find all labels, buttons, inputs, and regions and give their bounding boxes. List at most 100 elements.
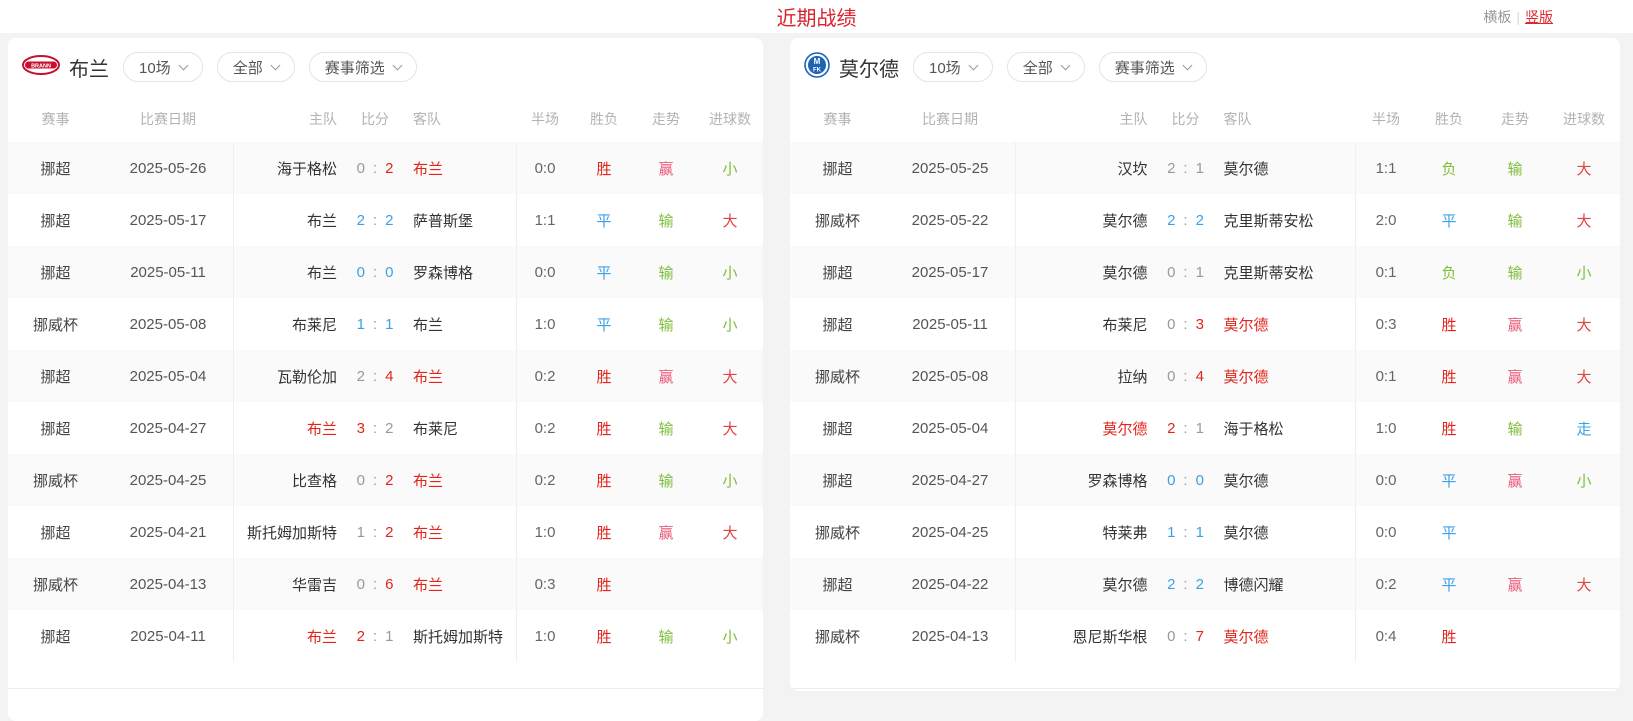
table-row: 挪超 2025-04-27 布兰 3 : 2 布莱尼 0:2 胜 输 大 xyxy=(8,402,763,454)
goals-cell: 大 xyxy=(1548,210,1620,231)
league-cell: 挪超 xyxy=(8,418,103,439)
table-header: 赛事 比赛日期 主队 比分 客队 半场 胜负 走势 进球数 xyxy=(8,96,763,142)
team-name: 莫尔德 xyxy=(839,53,899,82)
halftime-cell: 1:0 xyxy=(517,524,573,541)
halftime-cell: 0:0 xyxy=(517,160,573,177)
svg-text:M: M xyxy=(814,57,821,66)
halftime-cell: 0:1 xyxy=(1356,264,1416,281)
home-team: 特莱弗 xyxy=(1016,522,1148,543)
halftime-cell: 0:0 xyxy=(1356,524,1416,541)
right-team-panel: M FK 莫尔德 10场 全部 赛事筛选 赛事 比赛日期 主队 xyxy=(790,38,1620,691)
table-row: 挪超 2025-05-17 莫尔德 0 : 1 克里斯蒂安松 0:1 负 输 小 xyxy=(790,246,1620,298)
away-team: 莫尔德 xyxy=(1224,522,1356,543)
goals-cell: 小 xyxy=(697,470,763,491)
away-team: 布莱尼 xyxy=(413,418,516,439)
trend-cell: 输 xyxy=(1482,262,1548,283)
score: 0 : 4 xyxy=(1148,368,1224,385)
teams-cell: 布兰 3 : 2 布莱尼 xyxy=(233,402,517,454)
away-team: 布兰 xyxy=(413,314,516,335)
score-colon: : xyxy=(1183,160,1187,177)
home-team: 布兰 xyxy=(234,262,337,283)
away-team: 博德闪耀 xyxy=(1224,574,1356,595)
score-colon: : xyxy=(373,472,377,489)
trend-cell: 赢 xyxy=(635,158,697,179)
teams-cell: 布莱尼 1 : 1 布兰 xyxy=(233,298,517,350)
score: 2 : 1 xyxy=(1148,420,1224,437)
svg-text:FK: FK xyxy=(813,67,822,73)
col-score: 比分 xyxy=(1148,109,1224,129)
goals-cell: 大 xyxy=(697,418,763,439)
halftime-cell: 0:2 xyxy=(517,472,573,489)
away-team: 布兰 xyxy=(413,470,516,491)
trend-cell: 赢 xyxy=(1482,314,1548,335)
score: 2 : 2 xyxy=(1148,212,1224,229)
league-cell: 挪超 xyxy=(8,366,103,387)
away-team: 斯托姆加斯特 xyxy=(413,626,516,647)
away-team: 莫尔德 xyxy=(1224,470,1356,491)
score-colon: : xyxy=(1183,316,1187,333)
teams-cell: 特莱弗 1 : 1 莫尔德 xyxy=(1015,506,1356,558)
scope-filter[interactable]: 全部 xyxy=(217,52,295,82)
score-colon: : xyxy=(1183,628,1187,645)
matches-count-filter[interactable]: 10场 xyxy=(913,52,993,82)
trend-cell: 赢 xyxy=(1482,470,1548,491)
score: 2 : 2 xyxy=(1148,576,1224,593)
league-cell: 挪威杯 xyxy=(8,470,103,491)
date-cell: 2025-05-04 xyxy=(885,420,1015,437)
score: 0 : 1 xyxy=(1148,264,1224,281)
left-panel-header: BRANN 布兰 10场 全部 赛事筛选 xyxy=(8,38,763,96)
score-colon: : xyxy=(373,368,377,385)
competition-filter[interactable]: 赛事筛选 xyxy=(1099,52,1207,82)
col-away: 客队 xyxy=(413,109,517,129)
col-goals: 进球数 xyxy=(1548,109,1620,129)
teams-cell: 罗森博格 0 : 0 莫尔德 xyxy=(1015,454,1356,506)
col-score: 比分 xyxy=(337,109,413,129)
filter-label: 全部 xyxy=(233,57,263,78)
league-cell: 挪超 xyxy=(790,314,885,335)
result-cell: 胜 xyxy=(573,366,635,387)
result-cell: 胜 xyxy=(573,158,635,179)
league-cell: 挪超 xyxy=(790,574,885,595)
score-colon: : xyxy=(373,316,377,333)
date-cell: 2025-05-26 xyxy=(103,160,233,177)
away-goals: 3 xyxy=(1196,316,1204,333)
score: 2 : 4 xyxy=(337,368,413,385)
matches-count-filter[interactable]: 10场 xyxy=(123,52,203,82)
teams-cell: 莫尔德 2 : 1 海于格松 xyxy=(1015,402,1356,454)
halftime-cell: 0:1 xyxy=(1356,368,1416,385)
teams-cell: 比查格 0 : 2 布兰 xyxy=(233,454,517,506)
home-team: 莫尔德 xyxy=(1016,418,1148,439)
teams-cell: 华雷吉 0 : 6 布兰 xyxy=(233,558,517,610)
scope-filter[interactable]: 全部 xyxy=(1007,52,1085,82)
home-goals: 0 xyxy=(1167,316,1175,333)
teams-cell: 布莱尼 0 : 3 莫尔德 xyxy=(1015,298,1356,350)
layout-toggle: 横板 | 竖版 xyxy=(1483,7,1553,27)
score-colon: : xyxy=(1183,264,1187,281)
chevron-down-icon xyxy=(968,60,978,70)
home-goals: 2 xyxy=(357,628,365,645)
goals-cell: 小 xyxy=(697,314,763,335)
home-team: 恩尼斯华根 xyxy=(1016,626,1148,647)
score: 0 : 2 xyxy=(337,160,413,177)
score-colon: : xyxy=(1183,524,1187,541)
top-bar: 近期战绩 横板 | 竖版 xyxy=(0,0,1633,33)
filter-label: 赛事筛选 xyxy=(325,57,385,78)
away-goals: 2 xyxy=(1196,576,1204,593)
horizontal-layout-link[interactable]: 横板 xyxy=(1483,7,1511,27)
home-goals: 1 xyxy=(357,316,365,333)
league-cell: 挪超 xyxy=(790,158,885,179)
away-goals: 1 xyxy=(1196,264,1204,281)
competition-filter[interactable]: 赛事筛选 xyxy=(309,52,417,82)
table-row: 挪威杯 2025-04-13 恩尼斯华根 0 : 7 莫尔德 0:4 胜 xyxy=(790,610,1620,662)
vertical-layout-link[interactable]: 竖版 xyxy=(1525,7,1553,27)
away-goals: 1 xyxy=(1196,160,1204,177)
table-row: 挪超 2025-05-25 汉坎 2 : 1 莫尔德 1:1 负 输 大 xyxy=(790,142,1620,194)
league-cell: 挪威杯 xyxy=(790,626,885,647)
teams-cell: 拉纳 0 : 4 莫尔德 xyxy=(1015,350,1356,402)
filter-label: 10场 xyxy=(139,57,171,78)
away-goals: 1 xyxy=(1196,524,1204,541)
col-home: 主队 xyxy=(233,109,337,129)
home-goals: 0 xyxy=(1167,264,1175,281)
halftime-cell: 0:0 xyxy=(1356,472,1416,489)
score: 0 : 3 xyxy=(1148,316,1224,333)
